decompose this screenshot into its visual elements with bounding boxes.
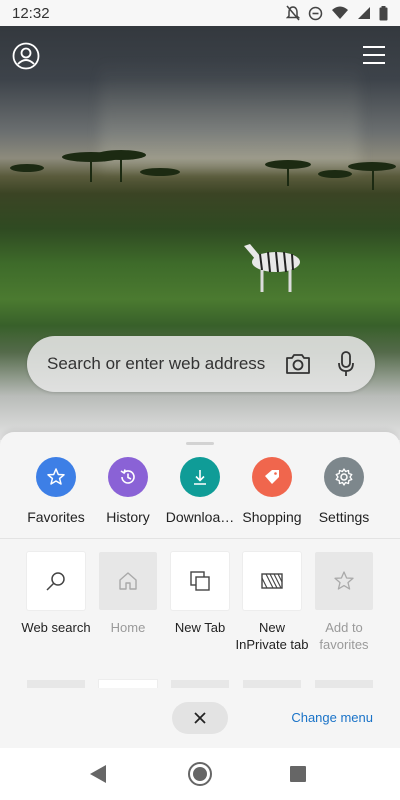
history-icon (120, 469, 135, 484)
gear-icon (335, 468, 353, 486)
new-tab-tile-box (171, 552, 229, 610)
tree-trunk (90, 160, 92, 182)
favorites-label: Favorites (27, 509, 85, 525)
tree-trunk (120, 158, 122, 182)
system-navigation-bar (0, 748, 400, 800)
history-label: History (106, 509, 150, 525)
status-bar: 12:32 (0, 0, 400, 26)
tree (140, 168, 180, 176)
history-circle (108, 457, 148, 497)
tree (318, 170, 352, 178)
new-inprivate-tab-label: New InPrivate tab (235, 620, 309, 652)
add-to-favorites-label: Add to favorites (319, 620, 369, 652)
status-icons (286, 5, 388, 21)
shopping-circle (252, 457, 292, 497)
downloads-label: Downloa… (165, 509, 235, 525)
status-time: 12:32 (12, 4, 50, 22)
do-not-disturb-icon (308, 6, 323, 20)
star-icon (47, 468, 65, 485)
close-icon (194, 712, 206, 724)
tree (10, 164, 44, 172)
home-tile-box (99, 552, 157, 610)
settings-label: Settings (318, 509, 370, 525)
home-nav-icon[interactable] (187, 761, 213, 787)
download-icon (194, 470, 206, 485)
web-search-label: Web search (21, 620, 91, 635)
profile-icon[interactable] (12, 42, 40, 70)
shopping-label: Shopping (242, 509, 302, 525)
wifi-icon (332, 6, 348, 19)
search-icon (46, 572, 65, 591)
downloads-circle (180, 457, 220, 497)
quick-actions-row: Favorites History Downloa… Shopping Sett… (0, 457, 400, 527)
history-button[interactable]: History (88, 457, 168, 525)
home-label: Home (110, 620, 146, 635)
web-search-tile-box (27, 552, 85, 610)
search-bar[interactable]: Search or enter web address (27, 336, 375, 392)
battery-icon (379, 5, 388, 20)
new-tab-label: New Tab (174, 620, 226, 635)
new-inprivate-tab-tile[interactable]: New InPrivate tab (236, 552, 309, 653)
drag-handle[interactable] (186, 442, 214, 445)
new-tab-tile[interactable]: New Tab (171, 552, 229, 636)
web-search-tile[interactable]: Web search (21, 552, 91, 636)
divider (0, 538, 400, 539)
add-to-favorites-tile: Add to favorites (315, 552, 373, 653)
favorites-button[interactable]: Favorites (16, 457, 96, 525)
sheet-footer: Change menu (0, 688, 400, 748)
recent-apps-icon[interactable] (289, 765, 307, 783)
shopping-button[interactable]: Shopping (232, 457, 312, 525)
add-to-favorites-tile-box (315, 552, 373, 610)
search-input[interactable]: Search or enter web address (47, 354, 285, 374)
back-icon[interactable] (89, 764, 107, 784)
notifications-off-icon (286, 5, 300, 21)
settings-button[interactable]: Settings (304, 457, 384, 525)
star-outline-icon (334, 571, 354, 590)
tree-trunk (372, 168, 374, 190)
new-inprivate-tab-tile-box (243, 552, 301, 610)
shopping-tag-icon (265, 470, 279, 484)
hamburger-menu-icon[interactable] (363, 45, 385, 65)
change-menu-link[interactable]: Change menu (291, 710, 373, 725)
new-tab-icon (190, 571, 210, 591)
tree-trunk (287, 166, 289, 186)
downloads-button[interactable]: Downloa… (160, 457, 240, 525)
microphone-icon[interactable] (337, 351, 355, 377)
home-icon (119, 572, 137, 590)
home-tile: Home (99, 552, 157, 636)
favorites-circle (36, 457, 76, 497)
zebra-figure (244, 244, 300, 292)
cellular-signal-icon (358, 7, 370, 19)
camera-icon[interactable] (285, 353, 311, 375)
settings-circle (324, 457, 364, 497)
inprivate-icon (261, 573, 283, 589)
close-button[interactable] (172, 702, 228, 734)
